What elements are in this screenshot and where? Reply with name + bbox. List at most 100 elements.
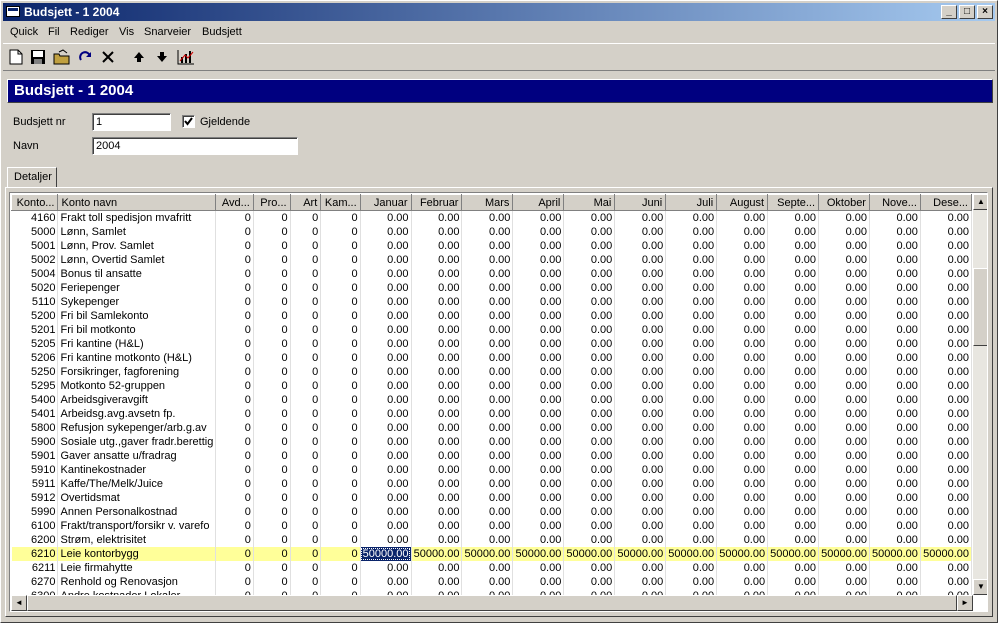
month-amount-cell[interactable]: 0.00 [461, 239, 514, 253]
month-amount-cell[interactable]: 0.00 [716, 337, 769, 351]
month-amount-cell[interactable]: 0.00 [920, 295, 972, 309]
month-amount-cell[interactable]: 0.00 [818, 463, 870, 477]
dimension-cell[interactable]: 0 [253, 239, 291, 253]
dimension-cell[interactable]: 0 [320, 365, 361, 379]
month-amount-cell[interactable]: 0.00 [818, 477, 870, 491]
month-amount-cell[interactable]: 0.00 [461, 379, 514, 393]
month-amount-cell[interactable]: 0.00 [461, 463, 514, 477]
gjeldende-checkbox[interactable] [182, 115, 195, 128]
month-amount-cell[interactable]: 0.00 [818, 491, 870, 505]
dimension-cell[interactable]: 0 [320, 337, 361, 351]
month-amount-cell[interactable]: 0.00 [818, 519, 870, 533]
month-amount-cell[interactable]: 0.00 [360, 225, 412, 239]
column-header[interactable]: Januar [359, 194, 412, 211]
dimension-cell[interactable]: 0 [253, 491, 291, 505]
dimension-cell[interactable]: 0 [215, 337, 254, 351]
dimension-cell[interactable]: 0 [253, 533, 291, 547]
month-amount-cell[interactable]: 0.00 [512, 449, 565, 463]
dimension-cell[interactable]: 0 [215, 491, 254, 505]
scroll-right-button[interactable]: ► [957, 595, 973, 611]
save-icon[interactable] [28, 47, 48, 67]
dimension-cell[interactable]: 0 [290, 421, 322, 435]
table-row[interactable]: 5000 Lønn, Samlet 0 0 0 0 0.00 0.00 0.00 0.00 0.00… [11, 225, 972, 239]
month-amount-cell[interactable]: 0.00 [512, 239, 565, 253]
month-amount-cell[interactable]: 0.00 [767, 421, 820, 435]
konto-nr-cell[interactable]: 6200 [11, 533, 59, 547]
month-amount-cell[interactable]: 0.00 [614, 295, 667, 309]
column-header[interactable]: August [716, 194, 769, 211]
month-amount-cell[interactable]: 0.00 [614, 519, 667, 533]
dimension-cell[interactable]: 0 [290, 533, 322, 547]
month-amount-cell[interactable]: 0.00 [411, 407, 463, 421]
month-amount-cell[interactable]: 0.00 [461, 365, 514, 379]
month-amount-cell[interactable]: 0.00 [411, 309, 463, 323]
konto-nr-cell[interactable]: 5295 [11, 379, 59, 393]
month-amount-cell[interactable]: 0.00 [360, 309, 412, 323]
month-amount-cell[interactable]: 0.00 [411, 519, 463, 533]
table-row[interactable]: 5912 Overtidsmat 0 0 0 0 0.00 0.00 0.00 0.00 0.00 0… [11, 491, 972, 505]
dimension-cell[interactable]: 0 [215, 365, 254, 379]
month-amount-cell[interactable]: 0.00 [563, 393, 616, 407]
month-amount-cell[interactable]: 0.00 [665, 337, 718, 351]
table-row[interactable]: 6210 Leie kontorbygg 0 0 0 0 50000.00 50000.00 5… [11, 547, 972, 561]
month-amount-cell[interactable]: 0.00 [461, 295, 514, 309]
month-amount-cell[interactable]: 0.00 [920, 435, 972, 449]
konto-nr-cell[interactable]: 5200 [11, 309, 59, 323]
scroll-left-button[interactable]: ◄ [11, 595, 27, 611]
month-amount-cell[interactable]: 0.00 [563, 519, 616, 533]
month-amount-cell[interactable]: 50000.00 [716, 547, 769, 561]
month-amount-cell[interactable]: 0.00 [614, 491, 667, 505]
table-row[interactable]: 4160 Frakt toll spedisjon mvafritt 0 0 0 0 0.0… [11, 210, 972, 225]
month-amount-cell[interactable]: 0.00 [716, 323, 769, 337]
dimension-cell[interactable]: 0 [215, 225, 254, 239]
month-amount-cell[interactable]: 0.00 [665, 295, 718, 309]
month-amount-cell[interactable]: 0.00 [563, 295, 616, 309]
month-amount-cell[interactable]: 0.00 [665, 225, 718, 239]
dimension-cell[interactable]: 0 [253, 435, 291, 449]
table-row[interactable]: 5800 Refusjon sykepenger/arb.g.av 0 0 0 0 0.00… [11, 421, 972, 435]
month-amount-cell[interactable]: 0.00 [818, 449, 870, 463]
month-amount-cell[interactable]: 0.00 [411, 505, 463, 519]
month-amount-cell[interactable]: 0.00 [563, 463, 616, 477]
month-amount-cell[interactable]: 0.00 [411, 365, 463, 379]
column-header[interactable]: Nove... [868, 194, 921, 211]
dimension-cell[interactable]: 0 [215, 547, 254, 561]
month-amount-cell[interactable]: 0.00 [920, 365, 972, 379]
dimension-cell[interactable]: 0 [253, 225, 291, 239]
column-header[interactable]: Konto... [11, 194, 59, 211]
month-amount-cell[interactable]: 0.00 [411, 449, 463, 463]
month-amount-cell[interactable]: 0.00 [563, 421, 616, 435]
month-amount-cell[interactable]: 0.00 [716, 210, 769, 225]
konto-nr-cell[interactable]: 5901 [11, 449, 59, 463]
month-amount-cell[interactable]: 0.00 [512, 407, 565, 421]
month-amount-cell[interactable]: 0.00 [512, 253, 565, 267]
month-amount-cell[interactable]: 0.00 [869, 281, 921, 295]
month-amount-cell[interactable]: 0.00 [716, 267, 769, 281]
month-amount-cell[interactable]: 0.00 [360, 210, 412, 225]
konto-navn-cell[interactable]: Frakt toll spedisjon mvafritt [57, 210, 217, 225]
dimension-cell[interactable]: 0 [320, 435, 361, 449]
dimension-cell[interactable]: 0 [320, 295, 361, 309]
month-amount-cell[interactable]: 0.00 [360, 407, 412, 421]
month-amount-cell[interactable]: 0.00 [614, 365, 667, 379]
dimension-cell[interactable]: 0 [215, 379, 254, 393]
month-amount-cell[interactable]: 0.00 [869, 491, 921, 505]
month-amount-cell[interactable]: 0.00 [818, 393, 870, 407]
month-amount-cell[interactable]: 0.00 [360, 295, 412, 309]
minimize-button[interactable]: _ [941, 5, 957, 19]
dimension-cell[interactable]: 0 [320, 379, 361, 393]
month-amount-cell[interactable]: 0.00 [716, 561, 769, 575]
dimension-cell[interactable]: 0 [215, 309, 254, 323]
month-amount-cell[interactable]: 0.00 [461, 337, 514, 351]
table-row[interactable]: 5002 Lønn, Overtid Samlet 0 0 0 0 0.00 0.00 0.00… [11, 253, 972, 267]
month-amount-cell[interactable]: 0.00 [869, 575, 921, 589]
month-amount-cell[interactable]: 0.00 [665, 519, 718, 533]
month-amount-cell[interactable]: 0.00 [461, 323, 514, 337]
dimension-cell[interactable]: 0 [215, 239, 254, 253]
month-amount-cell[interactable]: 0.00 [767, 491, 820, 505]
redo-icon[interactable] [76, 47, 96, 67]
month-amount-cell[interactable]: 0.00 [461, 309, 514, 323]
dimension-cell[interactable]: 0 [320, 449, 361, 463]
konto-navn-cell[interactable]: Bonus til ansatte [57, 267, 217, 281]
dimension-cell[interactable]: 0 [320, 407, 361, 421]
